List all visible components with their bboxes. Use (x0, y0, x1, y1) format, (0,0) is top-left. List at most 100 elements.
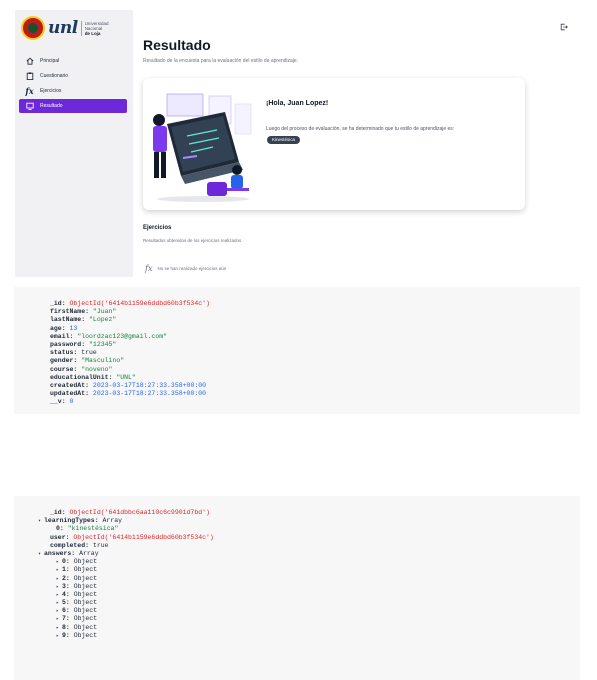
field-key: educationalUnit: (50, 373, 117, 381)
document-field-row: status: true (44, 349, 210, 357)
field-key: completed: (50, 541, 93, 549)
document-field-row: gender: "Masculino" (44, 357, 210, 365)
field-value: Object (73, 599, 98, 607)
field-value: "noveno" (81, 365, 113, 373)
field-value: "Masculino" (81, 357, 125, 365)
document-field-row[interactable]: ▸ 1: Object (44, 566, 214, 574)
unl-seal-icon (21, 16, 45, 40)
field-key: __v: (50, 398, 70, 406)
field-value: Object (73, 631, 98, 639)
sidebar: unl Universidad Nacional de Loja Princip… (15, 10, 133, 277)
sidebar-item-resultado[interactable]: Resultado (19, 99, 127, 113)
sidebar-item-label: Ejercicios (40, 88, 62, 94)
field-value: ObjectId('641dbbc6aa110c6c9901d7bd') (69, 509, 210, 516)
page-title: Resultado (143, 37, 211, 53)
exercises-subtitle: Resultados obtenidos de los ejercicios r… (143, 238, 242, 243)
field-value: "kinestésica" (67, 525, 119, 533)
document-field-row: course: "noveno" (44, 366, 210, 374)
document-field-row: password: "12345" (44, 341, 210, 349)
document-field-row: firstName: "Juan" (44, 308, 210, 316)
document-field-row[interactable]: ▾ learningTypes: Array (38, 517, 214, 525)
document-field-row[interactable]: ▸ 2: Object (44, 575, 214, 583)
field-key: 5: (62, 599, 74, 607)
sidebar-item-cuestionario[interactable]: Cuestionario (19, 69, 127, 83)
sidebar-item-label: Cuestionario (40, 73, 69, 79)
field-value: true (81, 349, 97, 357)
field-key: createdAt: (50, 381, 93, 389)
field-value: 2023-03-17T18:27:33.358+00:00 (92, 390, 207, 398)
document-field-row: user: ObjectId('6414b1159e6ddbd60b3f534c… (44, 534, 214, 542)
document-field-row[interactable]: ▾ answers: Array (38, 550, 214, 558)
document-field-row: email: "loordzac123@gmail.com" (44, 333, 210, 341)
document-field-row[interactable]: ▸ 3: Object (44, 583, 214, 591)
fx-icon: fx (145, 264, 153, 273)
field-value: Object (73, 582, 98, 590)
document-field-row[interactable]: ▸ 5: Object (44, 599, 214, 607)
field-key: 7: (62, 615, 74, 623)
field-value: 2023-03-17T18:27:33.358+00:00 (92, 381, 207, 389)
document-field-row[interactable]: ▸ 4: Object (44, 591, 214, 599)
field-key: _id: (50, 300, 70, 307)
field-key: user: (50, 533, 74, 541)
field-key: 6: (62, 607, 74, 615)
document-field-row[interactable]: ▸ 6: Object (44, 607, 214, 615)
document-field-row: lastName: "Lopez" (44, 316, 210, 324)
greeting: ¡Hola, Juan Lopez! (266, 100, 329, 107)
document-field-row: completed: true (44, 542, 214, 550)
field-value: Object (73, 615, 98, 623)
field-value: "Lopez" (89, 316, 117, 324)
exercises-empty-text: No se han realizado ejercicios aún (157, 266, 227, 271)
sidebar-item-label: Resultado (40, 103, 63, 109)
document-fields: _id: ObjectId('641dbbc6aa110c6c9901d7bd'… (38, 509, 214, 640)
document-fields: _id: ObjectId('6414b1159e6ddbd60b3f534c'… (44, 300, 210, 406)
field-value: 13 (69, 324, 78, 332)
document-field-row[interactable]: ▸ 7: Object (44, 615, 214, 623)
field-key: lastName: (50, 316, 90, 324)
field-value: Object (73, 607, 98, 615)
field-value: true (92, 541, 109, 549)
document-field-row[interactable]: ▸ 8: Object (44, 624, 214, 632)
field-key: 1: (62, 566, 74, 574)
field-key: course: (50, 365, 82, 373)
field-value: 0 (69, 398, 74, 406)
teacher-illustration (147, 84, 259, 204)
clipboard-icon (25, 72, 34, 81)
sidebar-item-ejercicios[interactable]: fx Ejercicios (19, 84, 127, 98)
document-field-row: 0: "kinestésica" (44, 525, 214, 533)
unl-logo[interactable]: unl Universidad Nacional de Loja (21, 13, 108, 43)
field-value: Object (73, 623, 98, 631)
field-key: firstName: (50, 308, 93, 316)
result-message: Luego del proceso de evaluación, se ha d… (266, 126, 455, 132)
document-field-row: updatedAt: 2023-03-17T18:27:33.358+00:00 (44, 390, 210, 398)
field-value: Object (73, 558, 98, 566)
field-value: Object (73, 590, 98, 598)
exercises-title: Ejercicios (143, 225, 172, 231)
user-document: _id: ObjectId('6414b1159e6ddbd60b3f534c'… (14, 287, 580, 414)
field-key: learningTypes: (44, 517, 103, 525)
field-value: "loordzac123@gmail.com" (77, 332, 168, 340)
field-value: Object (73, 574, 98, 582)
document-field-row[interactable]: ▸ 0: Object (44, 558, 214, 566)
sidebar-item-principal[interactable]: Principal (19, 54, 127, 68)
sidebar-item-label: Principal (40, 58, 60, 64)
field-key: 8: (62, 623, 74, 631)
field-value: Array (79, 549, 99, 557)
field-key: 3: (62, 582, 74, 590)
field-value: ObjectId('6414b1159e6ddbd60b3f534c') (69, 300, 210, 307)
document-field-row[interactable]: ▸ 9: Object (44, 632, 214, 640)
learning-style-badge: Kinestésica (267, 136, 301, 144)
field-value: "UNL" (116, 373, 136, 381)
logout-icon[interactable] (560, 18, 568, 31)
field-key: 0: (56, 525, 68, 533)
field-key: 0: (62, 558, 74, 566)
field-key: status: (50, 349, 82, 357)
page-subtitle: Resultado de la encuesta para la evaluac… (143, 58, 299, 64)
field-key: email: (50, 332, 78, 340)
field-value: "12345" (89, 340, 117, 348)
fx-icon: fx (25, 86, 34, 96)
field-key: password: (50, 340, 90, 348)
document-field-row: age: 13 (44, 325, 210, 333)
field-key: updatedAt: (50, 390, 93, 398)
logo-line-1: Universidad (84, 20, 109, 26)
field-key: _id: (50, 509, 70, 516)
